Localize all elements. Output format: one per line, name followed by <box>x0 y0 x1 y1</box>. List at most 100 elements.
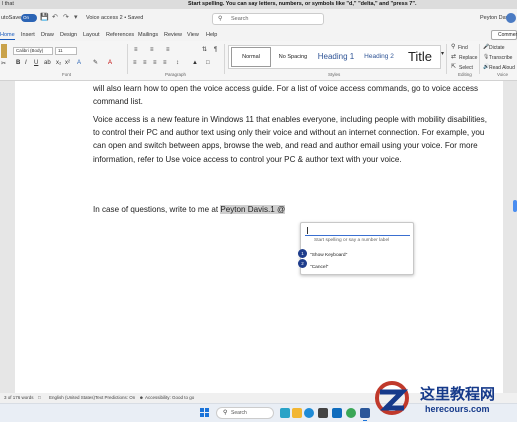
paste-icon[interactable] <box>1 44 7 58</box>
style-title[interactable]: Title <box>401 46 439 68</box>
tab-review[interactable]: Review <box>164 31 182 39</box>
paragraph-group-label: Paragraph <box>165 72 187 77</box>
voice-group-label: Voice <box>497 72 509 77</box>
superscript-icon[interactable]: x² <box>65 60 70 67</box>
redo-icon[interactable]: ↷ <box>63 14 69 22</box>
borders-icon[interactable]: □ <box>206 60 210 67</box>
tab-mailings[interactable]: Mailings <box>138 31 158 39</box>
comments-button[interactable]: Comments <box>491 30 517 40</box>
search-placeholder: Search <box>231 16 249 22</box>
option-cancel[interactable]: 2 "Cancel" <box>298 259 328 271</box>
underline-icon[interactable]: U <box>34 60 38 67</box>
transcribe-button[interactable]: Transcribe <box>489 55 512 61</box>
ribbon: ✂ Calibri (Body) 11 B I U ab x₂ x² A ✎ A… <box>0 41 517 81</box>
bullets-icon[interactable]: ≡ <box>134 47 138 54</box>
text-effects-icon[interactable]: A <box>77 60 81 67</box>
style-heading-1[interactable]: Heading 1 <box>315 46 357 68</box>
file-explorer-icon[interactable] <box>292 408 302 418</box>
tab-help[interactable]: Help <box>206 31 217 39</box>
sort-icon[interactable]: ⇅ <box>202 47 207 54</box>
strikethrough-icon[interactable]: ab <box>44 60 51 67</box>
proofing-icon[interactable]: □ <box>38 393 41 403</box>
align-center-icon[interactable]: ≡ <box>143 60 147 67</box>
taskbar-search-label: Search <box>231 410 247 416</box>
find-icon: ⚲ <box>451 44 456 50</box>
text-predictions-status[interactable]: Text Predictions: On <box>95 393 135 403</box>
line-spacing-icon[interactable]: ↕ <box>176 60 179 67</box>
accessibility-icon: ☻ <box>139 395 144 400</box>
highlight-icon[interactable]: ✎ <box>93 60 98 67</box>
style-normal[interactable]: Normal <box>231 47 271 67</box>
mention-highlight[interactable]: Peyton Davis.1 @ <box>220 205 286 214</box>
paragraph-3[interactable]: In case of questions, write to me at Pey… <box>93 203 491 216</box>
ribbon-separator <box>224 44 225 74</box>
bold-icon[interactable]: B <box>16 60 20 67</box>
tab-references[interactable]: References <box>106 31 134 39</box>
styles-group-label: Styles <box>328 72 341 77</box>
language-status[interactable]: English (United States) <box>49 393 95 403</box>
multilevel-list-icon[interactable]: ≡ <box>166 47 170 54</box>
side-panel-handle[interactable] <box>513 200 517 212</box>
store-icon[interactable] <box>318 408 328 418</box>
style-heading-2[interactable]: Heading 2 <box>359 46 399 68</box>
start-button[interactable] <box>200 408 210 418</box>
ribbon-separator <box>479 44 480 74</box>
search-icon: ⚲ <box>218 16 223 22</box>
word-count[interactable]: 3 of 176 words <box>4 393 34 403</box>
editing-group-label: Editing <box>458 72 472 77</box>
watermark-logo <box>375 381 409 415</box>
outlook-icon[interactable] <box>332 408 342 418</box>
number-label-2: 2 <box>298 259 307 268</box>
spelling-input[interactable] <box>305 226 410 236</box>
watermark-cn: 这里教程网 <box>420 385 496 403</box>
cut-icon[interactable]: ✂ <box>1 61 6 68</box>
numbering-icon[interactable]: ≡ <box>150 47 154 54</box>
ribbon-separator <box>127 44 128 74</box>
undo-icon[interactable]: ↶ <box>52 14 58 22</box>
justify-icon[interactable]: ≡ <box>163 60 167 67</box>
option-label: "Show Keyboard" <box>310 253 348 258</box>
select-button[interactable]: Select <box>459 65 473 71</box>
chrome-icon[interactable] <box>346 408 356 418</box>
tab-home[interactable]: Home <box>0 31 15 40</box>
style-no-spacing[interactable]: No Spacing <box>273 46 313 68</box>
align-right-icon[interactable]: ≡ <box>153 60 157 67</box>
avatar[interactable] <box>506 13 516 23</box>
document-title[interactable]: Voice access 2 • Saved <box>86 15 143 21</box>
font-size-select[interactable]: 11 <box>55 47 77 55</box>
word-icon[interactable] <box>360 408 370 421</box>
read-aloud-button[interactable]: Read Aloud <box>489 65 515 71</box>
paragraph-2[interactable]: Voice access is a new feature in Windows… <box>93 113 491 166</box>
font-group-label: Font <box>62 72 72 77</box>
search-icon: ⚲ <box>223 410 228 416</box>
accessibility-status[interactable]: Accessibility: Good to go <box>145 393 194 403</box>
taskbar-search[interactable]: ⚲ Search <box>216 407 274 419</box>
subscript-icon[interactable]: x₂ <box>56 60 61 67</box>
document-page[interactable]: will also learn how to open the voice ac… <box>15 81 503 393</box>
font-color-icon[interactable]: A <box>108 60 112 67</box>
save-icon[interactable]: 💾 <box>40 14 49 22</box>
widgets-icon[interactable] <box>280 408 290 418</box>
tab-view[interactable]: View <box>187 31 199 39</box>
align-left-icon[interactable]: ≡ <box>133 60 137 67</box>
tab-layout[interactable]: Layout <box>83 31 100 39</box>
italic-icon[interactable]: I <box>25 60 27 67</box>
customize-qat-icon[interactable]: ▾ <box>74 14 78 22</box>
search-box[interactable]: ⚲ Search <box>212 13 324 25</box>
styles-expand-icon[interactable]: ▾ <box>441 51 444 58</box>
tab-design[interactable]: Design <box>60 31 77 39</box>
edge-icon[interactable] <box>304 408 314 418</box>
option-show-keyboard[interactable]: 1 "Show Keyboard" <box>298 249 348 259</box>
text-caret <box>307 227 308 234</box>
dictate-button[interactable]: Dictate <box>489 45 505 51</box>
replace-button[interactable]: Replace <box>459 55 477 61</box>
shading-icon[interactable]: ▲ <box>192 60 198 67</box>
title-bar: utoSave On 💾 ↶ ↷ ▾ Voice access 2 • Save… <box>0 9 517 30</box>
font-name-select[interactable]: Calibri (Body) <box>13 47 53 55</box>
tab-draw[interactable]: Draw <box>41 31 54 39</box>
find-button[interactable]: Find <box>458 45 468 51</box>
show-marks-icon[interactable]: ¶ <box>214 47 217 54</box>
tab-insert[interactable]: Insert <box>21 31 35 39</box>
autosave-toggle[interactable]: On <box>21 14 37 22</box>
paragraph-1[interactable]: will also learn how to open the voice ac… <box>93 82 491 108</box>
